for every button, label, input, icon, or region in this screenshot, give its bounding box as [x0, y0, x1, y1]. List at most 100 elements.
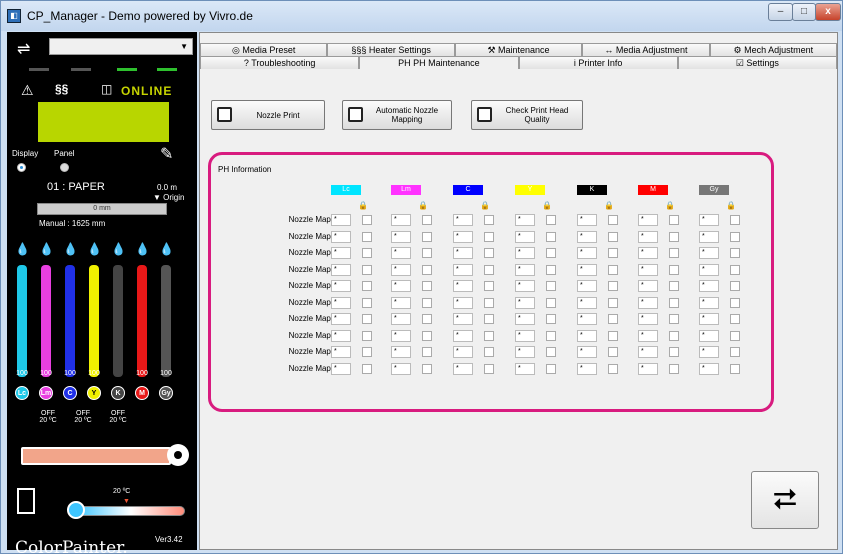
- heater-icon[interactable]: §§: [55, 82, 68, 96]
- nozzle-map-input[interactable]: *: [453, 296, 473, 309]
- nozzle-map-lock-checkbox[interactable]: [362, 347, 372, 357]
- check-print-head-quality-button[interactable]: Check Print Head Quality: [471, 100, 583, 130]
- nozzle-map-input[interactable]: *: [331, 230, 351, 243]
- nozzle-map-lock-checkbox[interactable]: [362, 231, 372, 242]
- nozzle-map-lock-checkbox[interactable]: [669, 231, 679, 242]
- nozzle-map-input[interactable]: *: [577, 362, 597, 375]
- nozzle-map-input[interactable]: *: [577, 214, 597, 226]
- nozzle-map-lock-checkbox[interactable]: [608, 330, 618, 341]
- nozzle-map-lock-checkbox[interactable]: [669, 363, 679, 374]
- nozzle-map-input[interactable]: *: [331, 280, 351, 292]
- nozzle-map-input[interactable]: *: [453, 230, 473, 243]
- nozzle-map-input[interactable]: *: [699, 280, 719, 292]
- nozzle-map-lock-checkbox[interactable]: [422, 248, 432, 258]
- nozzle-map-lock-checkbox[interactable]: [422, 363, 432, 374]
- nozzle-map-input[interactable]: *: [331, 214, 351, 226]
- nozzle-map-lock-checkbox[interactable]: [730, 264, 740, 275]
- nozzle-map-lock-checkbox[interactable]: [422, 297, 432, 308]
- nozzle-map-lock-checkbox[interactable]: [484, 297, 494, 308]
- nozzle-map-input[interactable]: *: [638, 296, 658, 309]
- nozzle-map-lock-checkbox[interactable]: [608, 264, 618, 275]
- minimize-button[interactable]: –: [768, 3, 793, 21]
- nozzle-map-input[interactable]: *: [638, 329, 658, 342]
- nozzle-map-lock-checkbox[interactable]: [730, 231, 740, 242]
- panel-radio[interactable]: [60, 163, 69, 172]
- nozzle-map-input[interactable]: *: [331, 296, 351, 309]
- nozzle-map-input[interactable]: *: [638, 346, 658, 358]
- nozzle-map-lock-checkbox[interactable]: [608, 248, 618, 258]
- nozzle-map-lock-checkbox[interactable]: [608, 297, 618, 308]
- maximize-button[interactable]: □: [792, 3, 816, 21]
- nozzle-map-lock-checkbox[interactable]: [669, 330, 679, 341]
- nozzle-map-input[interactable]: *: [577, 247, 597, 259]
- nozzle-map-input[interactable]: *: [331, 247, 351, 259]
- nozzle-map-input[interactable]: *: [331, 329, 351, 342]
- nozzle-map-lock-checkbox[interactable]: [730, 347, 740, 357]
- nozzle-map-input[interactable]: *: [453, 263, 473, 276]
- nozzle-map-lock-checkbox[interactable]: [608, 314, 618, 324]
- nozzle-map-lock-checkbox[interactable]: [484, 231, 494, 242]
- nozzle-map-input[interactable]: *: [515, 296, 535, 309]
- nozzle-map-lock-checkbox[interactable]: [546, 330, 556, 341]
- nozzle-map-lock-checkbox[interactable]: [484, 347, 494, 357]
- nozzle-map-lock-checkbox[interactable]: [669, 264, 679, 275]
- nozzle-map-lock-checkbox[interactable]: [484, 215, 494, 225]
- nozzle-map-input[interactable]: *: [453, 346, 473, 358]
- nozzle-map-lock-checkbox[interactable]: [608, 231, 618, 242]
- tab-media-preset[interactable]: ◎ Media Preset: [200, 43, 328, 56]
- nozzle-map-input[interactable]: *: [515, 214, 535, 226]
- nozzle-map-input[interactable]: *: [638, 362, 658, 375]
- nozzle-map-lock-checkbox[interactable]: [669, 314, 679, 324]
- nozzle-map-lock-checkbox[interactable]: [546, 297, 556, 308]
- nozzle-map-input[interactable]: *: [638, 247, 658, 259]
- media-edit-icon[interactable]: ✎: [160, 144, 173, 164]
- nozzle-map-input[interactable]: *: [453, 362, 473, 375]
- nozzle-map-input[interactable]: *: [577, 313, 597, 325]
- nozzle-map-input[interactable]: *: [515, 313, 535, 325]
- nozzle-map-lock-checkbox[interactable]: [669, 347, 679, 357]
- nozzle-map-lock-checkbox[interactable]: [669, 297, 679, 308]
- nozzle-map-input[interactable]: *: [699, 296, 719, 309]
- nozzle-map-input[interactable]: *: [699, 313, 719, 325]
- nozzle-map-lock-checkbox[interactable]: [422, 314, 432, 324]
- nozzle-map-input[interactable]: *: [391, 263, 411, 276]
- nozzle-map-input[interactable]: *: [638, 280, 658, 292]
- nozzle-map-lock-checkbox[interactable]: [608, 363, 618, 374]
- tab-maintenance[interactable]: ⚒ Maintenance: [454, 43, 583, 56]
- nozzle-map-lock-checkbox[interactable]: [362, 248, 372, 258]
- nozzle-map-lock-checkbox[interactable]: [730, 281, 740, 291]
- nozzle-map-lock-checkbox[interactable]: [362, 330, 372, 341]
- nozzle-map-lock-checkbox[interactable]: [362, 264, 372, 275]
- nozzle-map-input[interactable]: *: [577, 296, 597, 309]
- nozzle-map-input[interactable]: *: [515, 329, 535, 342]
- nozzle-map-lock-checkbox[interactable]: [362, 314, 372, 324]
- nozzle-map-input[interactable]: *: [699, 230, 719, 243]
- nozzle-map-lock-checkbox[interactable]: [422, 264, 432, 275]
- nozzle-map-lock-checkbox[interactable]: [422, 215, 432, 225]
- nozzle-map-input[interactable]: *: [515, 263, 535, 276]
- nozzle-map-input[interactable]: *: [515, 362, 535, 375]
- tab-media-adjustment[interactable]: ↔ Media Adjustment: [582, 43, 710, 56]
- nozzle-map-lock-checkbox[interactable]: [608, 281, 618, 291]
- nozzle-map-lock-checkbox[interactable]: [362, 297, 372, 308]
- nozzle-map-input[interactable]: *: [391, 247, 411, 259]
- nozzle-map-input[interactable]: *: [577, 263, 597, 276]
- nozzle-map-input[interactable]: *: [699, 247, 719, 259]
- nozzle-map-input[interactable]: *: [699, 214, 719, 226]
- nozzle-map-lock-checkbox[interactable]: [730, 297, 740, 308]
- nozzle-map-lock-checkbox[interactable]: [546, 314, 556, 324]
- tab-settings[interactable]: ☑ Settings: [677, 56, 837, 69]
- nozzle-map-lock-checkbox[interactable]: [669, 248, 679, 258]
- nozzle-map-lock-checkbox[interactable]: [484, 330, 494, 341]
- tab-mech-adjustment[interactable]: ⚙ Mech Adjustment: [709, 43, 838, 56]
- nozzle-map-lock-checkbox[interactable]: [546, 347, 556, 357]
- warning-icon[interactable]: ⚠: [21, 82, 34, 99]
- display-radio[interactable]: [17, 163, 26, 172]
- nozzle-map-input[interactable]: *: [638, 230, 658, 243]
- nozzle-map-lock-checkbox[interactable]: [608, 215, 618, 225]
- nozzle-map-input[interactable]: *: [638, 263, 658, 276]
- nozzle-map-input[interactable]: *: [391, 296, 411, 309]
- nozzle-map-lock-checkbox[interactable]: [730, 314, 740, 324]
- nozzle-map-lock-checkbox[interactable]: [730, 363, 740, 374]
- tab-troubleshooting[interactable]: ? Troubleshooting: [200, 56, 360, 69]
